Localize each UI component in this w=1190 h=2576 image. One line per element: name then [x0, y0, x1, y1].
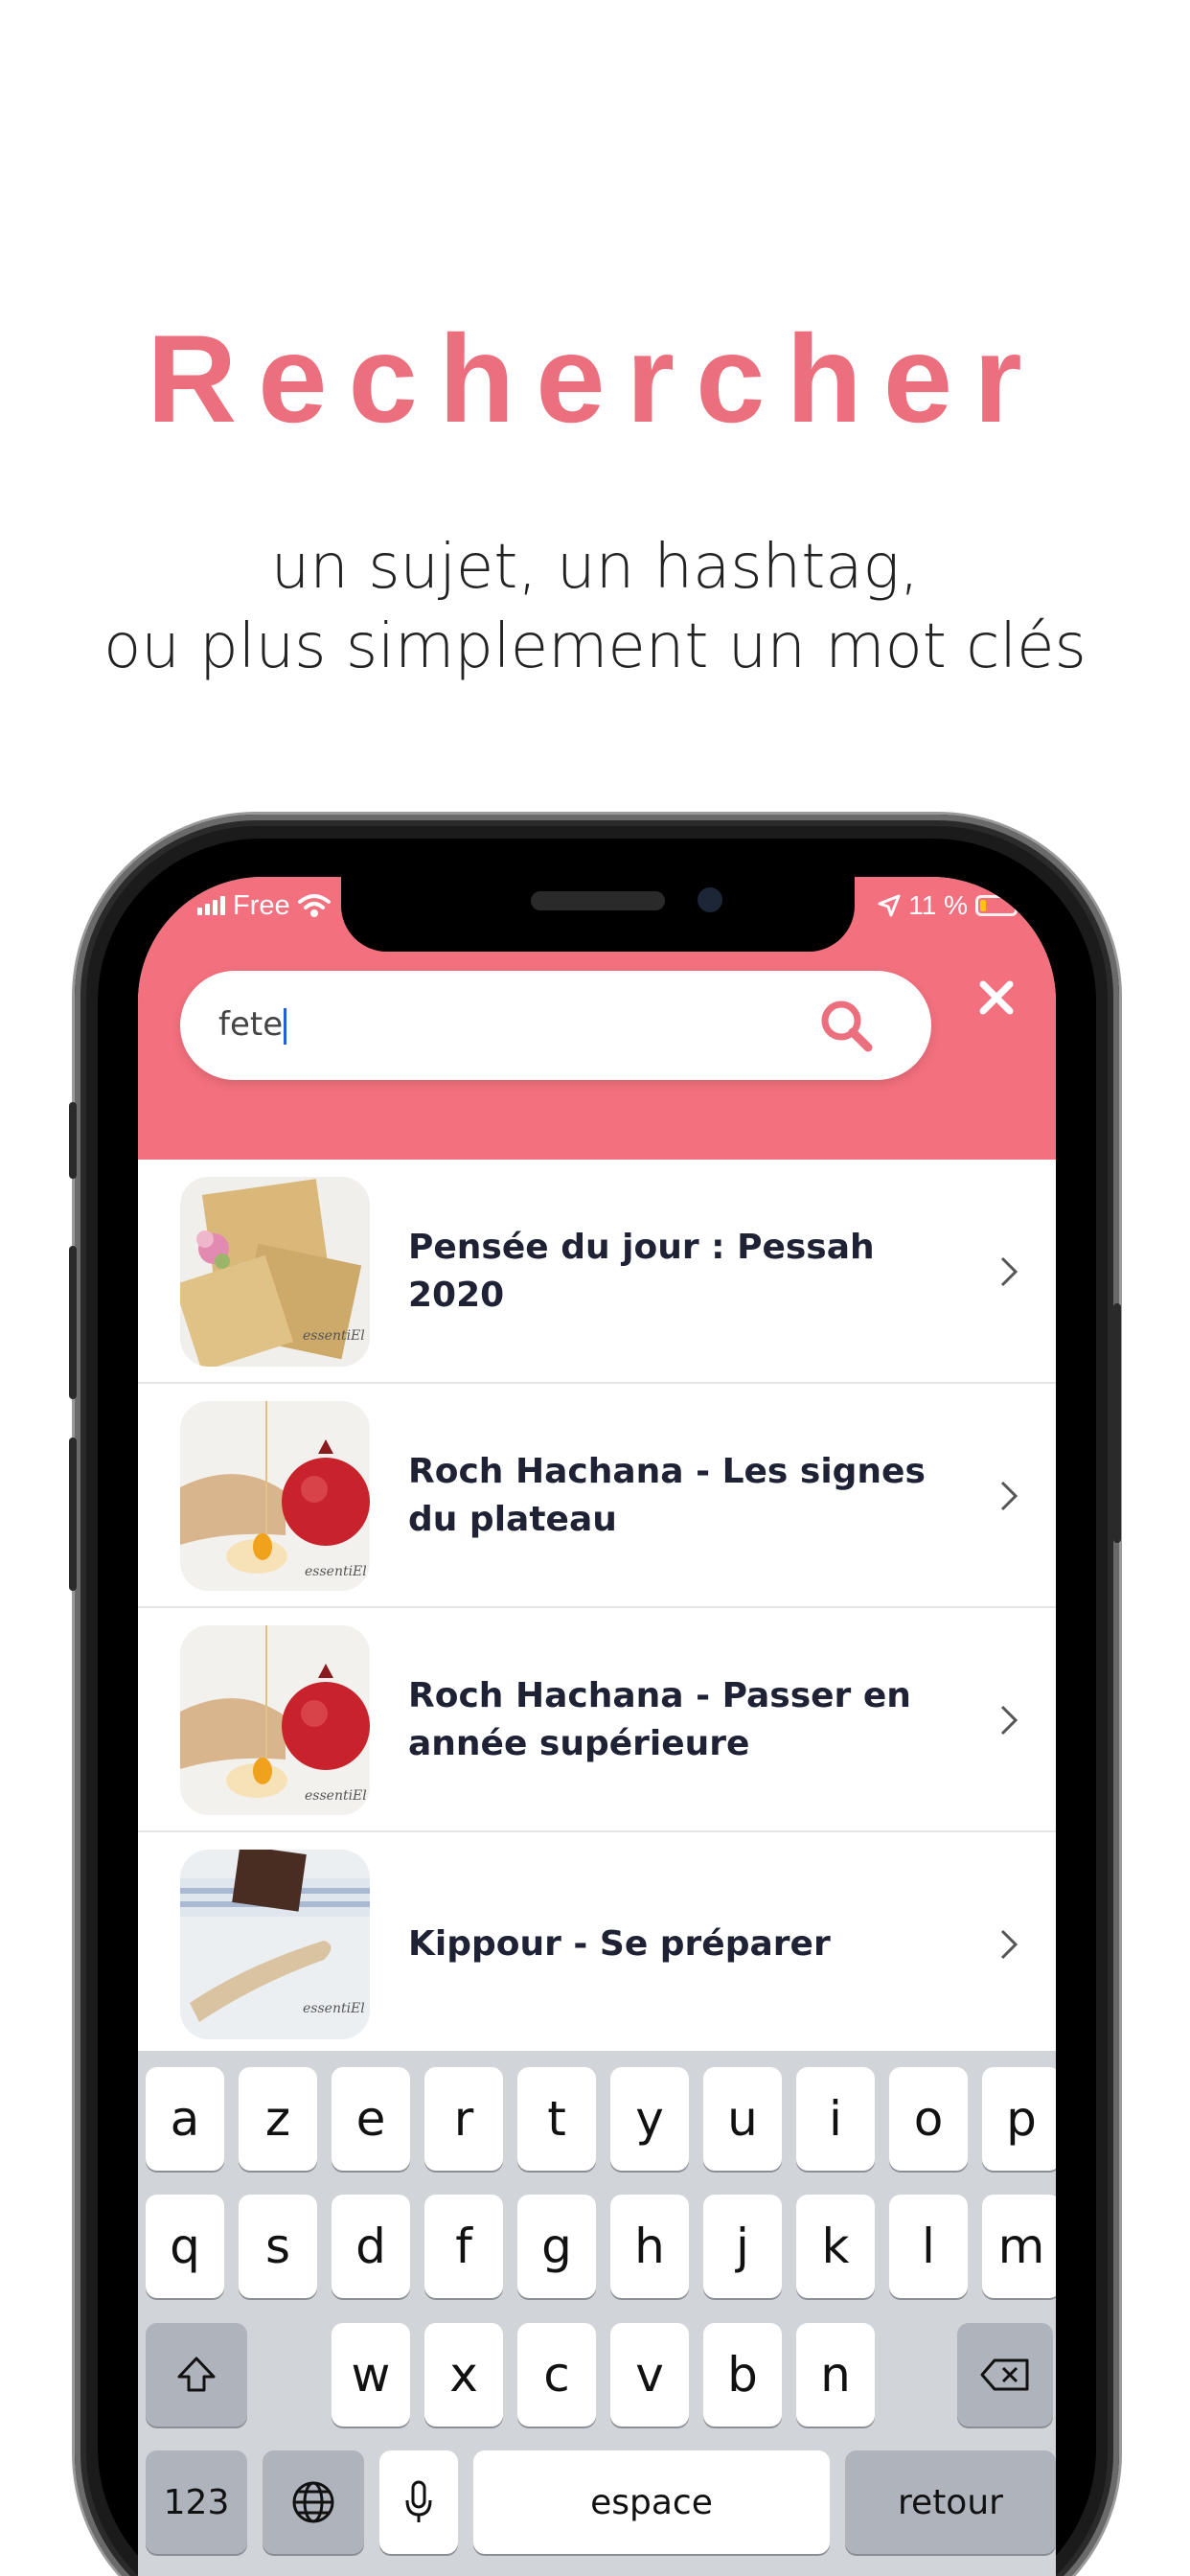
key-f[interactable]: f — [424, 2195, 503, 2298]
promo-subtitle-line2: ou plus simplement un mot clés — [103, 611, 1087, 682]
key-v[interactable]: v — [610, 2323, 689, 2426]
result-title: Roch Hachana - Passer en année supérieur… — [408, 1676, 911, 1763]
result-title: Roch Hachana - Les signes du plateau — [408, 1452, 926, 1539]
svg-text:essentiEl: essentiEl — [303, 1328, 365, 1344]
key-s[interactable]: s — [239, 2195, 317, 2298]
key-j[interactable]: j — [703, 2195, 782, 2298]
location-arrow-icon — [878, 894, 901, 917]
battery-icon — [975, 895, 1018, 916]
key-x[interactable]: x — [424, 2323, 503, 2426]
thumbnail-pomegranate-honey: essentiEl — [180, 1401, 370, 1591]
text-caret — [284, 1007, 287, 1045]
results-list: essentiEl Pensée du jour : Pessah 2020 e… — [138, 1160, 1056, 2057]
promo-title: Rechercher — [147, 309, 1043, 448]
list-item[interactable]: essentiEl Roch Hachana - Passer en année… — [138, 1608, 1056, 1832]
list-item[interactable]: essentiEl Pensée du jour : Pessah 2020 — [138, 1160, 1056, 1384]
key-t[interactable]: t — [517, 2067, 596, 2171]
thumbnail-shofar: essentiEl — [180, 1850, 370, 2039]
phone-camera — [698, 887, 722, 912]
key-r[interactable]: r — [424, 2067, 503, 2171]
phone-volume-up — [69, 1246, 77, 1399]
thumbnail-matzah: essentiEl — [180, 1177, 370, 1367]
microphone-icon — [405, 2480, 432, 2522]
key-u[interactable]: u — [703, 2067, 782, 2171]
list-item[interactable]: essentiEl Kippour - Se préparer — [138, 1832, 1056, 2057]
search-icon[interactable] — [816, 996, 876, 1055]
shift-icon — [177, 2357, 216, 2392]
globe-key[interactable] — [263, 2450, 364, 2554]
dictation-key[interactable] — [379, 2450, 458, 2554]
phone-speaker — [531, 891, 665, 910]
chevron-right-icon — [1000, 1256, 1018, 1287]
backspace-icon — [980, 2358, 1029, 2391]
key-e[interactable]: e — [332, 2067, 410, 2171]
key-q[interactable]: q — [146, 2195, 224, 2298]
key-y[interactable]: y — [610, 2067, 689, 2171]
chevron-right-icon — [1000, 1481, 1018, 1511]
status-bar-left: Free — [197, 886, 331, 925]
status-bar-right: 11 % — [878, 886, 1018, 925]
key-n[interactable]: n — [796, 2323, 875, 2426]
chevron-right-icon — [1000, 1705, 1018, 1736]
svg-text:essentiEl: essentiEl — [305, 1564, 367, 1579]
phone-volume-down — [69, 1438, 77, 1591]
svg-text:essentiEl: essentiEl — [305, 1788, 367, 1804]
phone-power-button — [1113, 1303, 1121, 1543]
numbers-key[interactable]: 123 — [146, 2450, 247, 2554]
carrier-label: Free — [233, 889, 290, 921]
result-title: Kippour - Se préparer — [408, 1924, 831, 1964]
svg-text:essentiEl: essentiEl — [303, 2001, 365, 2016]
close-icon[interactable] — [973, 975, 1019, 1021]
key-m[interactable]: m — [982, 2195, 1056, 2298]
key-k[interactable]: k — [796, 2195, 875, 2298]
key-d[interactable]: d — [332, 2195, 410, 2298]
return-key[interactable]: retour — [845, 2450, 1056, 2554]
key-w[interactable]: w — [332, 2323, 410, 2426]
search-input[interactable]: fete — [180, 971, 931, 1080]
space-key[interactable]: espace — [473, 2450, 830, 2554]
keyboard: a z e r t y u i o p q s d f g h j k l m … — [138, 2051, 1056, 2576]
wifi-icon — [297, 894, 331, 917]
key-p[interactable]: p — [982, 2067, 1056, 2171]
promo-subtitle-line1: un sujet, un hashtag, — [270, 532, 920, 603]
phone-screen: Free 11 % fete essentiEl Pensée du jour … — [138, 877, 1056, 2576]
phone-silent-switch — [69, 1102, 77, 1179]
result-title: Pensée du jour : Pessah 2020 — [408, 1228, 875, 1315]
thumbnail-pomegranate-honey: essentiEl — [180, 1625, 370, 1815]
globe-icon — [292, 2481, 334, 2523]
shift-key[interactable] — [146, 2323, 247, 2426]
signal-icon — [197, 896, 225, 915]
list-item[interactable]: essentiEl Roch Hachana - Les signes du p… — [138, 1384, 1056, 1608]
key-h[interactable]: h — [610, 2195, 689, 2298]
key-a[interactable]: a — [146, 2067, 224, 2171]
key-b[interactable]: b — [703, 2323, 782, 2426]
search-query: fete — [218, 1005, 284, 1044]
key-i[interactable]: i — [796, 2067, 875, 2171]
key-z[interactable]: z — [239, 2067, 317, 2171]
key-o[interactable]: o — [889, 2067, 968, 2171]
key-c[interactable]: c — [517, 2323, 596, 2426]
phone-notch — [341, 877, 855, 952]
delete-key[interactable] — [957, 2323, 1053, 2426]
chevron-right-icon — [1000, 1929, 1018, 1960]
battery-percent: 11 % — [908, 890, 968, 920]
key-g[interactable]: g — [517, 2195, 596, 2298]
key-l[interactable]: l — [889, 2195, 968, 2298]
